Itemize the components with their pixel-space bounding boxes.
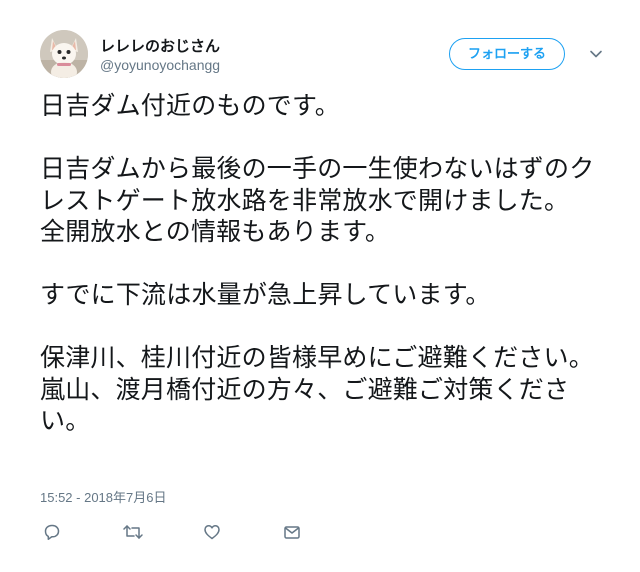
- envelope-icon[interactable]: [282, 522, 302, 542]
- tweet-text: 日吉ダム付近のものです。 日吉ダムから最後の一手の一生使わないはずのクレストゲー…: [40, 91, 595, 435]
- tweet-timestamp[interactable]: 15:52 - 2018年7月6日: [40, 490, 166, 506]
- chevron-down-icon[interactable]: [588, 46, 604, 62]
- heart-icon[interactable]: [202, 522, 222, 542]
- retweet-icon[interactable]: [122, 522, 144, 542]
- author-handle[interactable]: @yoyunoyochangg: [100, 56, 220, 74]
- reply-icon[interactable]: [42, 522, 62, 542]
- author-display-name[interactable]: レレレのおじさん: [100, 36, 220, 56]
- tweet-actions: [40, 522, 340, 544]
- tweet-card: レレレのおじさん @yoyunoyochangg フォローする 日吉ダム付近のも…: [0, 0, 640, 572]
- avatar[interactable]: [40, 30, 88, 78]
- follow-button[interactable]: フォローする: [449, 38, 565, 70]
- tweet-header: レレレのおじさん @yoyunoyochangg フォローする: [40, 30, 612, 80]
- author-names: レレレのおじさん @yoyunoyochangg: [100, 36, 220, 74]
- avatar-dog-image: [40, 30, 88, 78]
